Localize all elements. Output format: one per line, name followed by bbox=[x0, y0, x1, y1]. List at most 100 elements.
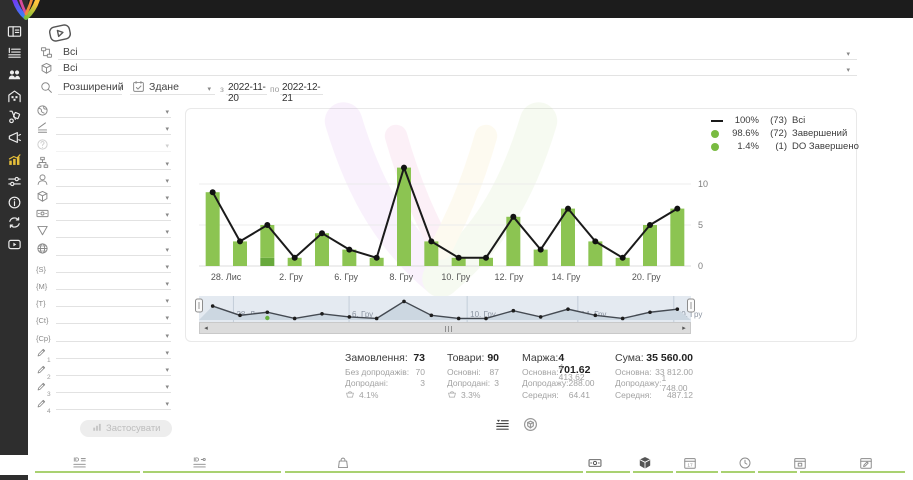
chevron-down-icon: ▾ bbox=[165, 210, 169, 220]
sidebar-item-analytics[interactable] bbox=[7, 152, 22, 167]
sidebar-item-orders-list[interactable] bbox=[7, 45, 22, 60]
chevron-down-icon: ▾ bbox=[165, 107, 169, 117]
chart-panel: 051028. Лис2. Гру6. Гру8. Гру10. Гру12. … bbox=[185, 108, 857, 342]
apply-button[interactable]: Застосувати bbox=[80, 420, 172, 437]
filter-row-funnel: ▾ bbox=[36, 224, 171, 239]
package-icon bbox=[40, 62, 53, 75]
chevron-down-icon: ▾ bbox=[165, 279, 169, 289]
clock-icon[interactable] bbox=[738, 456, 752, 475]
sidebar-item-marketing[interactable] bbox=[7, 130, 22, 145]
stat-title: Товари:90 bbox=[447, 352, 499, 366]
org-tree-icon bbox=[36, 156, 49, 173]
chevron-down-icon: ▾ bbox=[165, 193, 169, 203]
svg-text:6. Гру: 6. Гру bbox=[334, 272, 358, 282]
sidebar-item-sync[interactable] bbox=[7, 215, 22, 230]
stat-subrow: 3.3% bbox=[447, 389, 499, 401]
date-to-input[interactable]: 2022-12-21 bbox=[280, 80, 323, 95]
filter-select[interactable]: ▾ bbox=[56, 259, 171, 273]
legend-count: (72) bbox=[759, 128, 787, 139]
chevron-down-icon: ▾ bbox=[118, 84, 122, 94]
scrollbar-grip[interactable] bbox=[445, 326, 452, 332]
category-select[interactable]: Всі ▾ bbox=[58, 45, 857, 60]
filter-row-brace-ct: {Ct} ▾ bbox=[36, 310, 171, 325]
table-header-cell[interactable] bbox=[285, 471, 583, 473]
legend-marker-icon bbox=[711, 143, 725, 151]
id-lines-icon[interactable]: ID bbox=[73, 456, 87, 475]
question-icon bbox=[36, 138, 49, 155]
filter-select[interactable]: ▾ bbox=[56, 121, 171, 135]
svg-text:20. Гру: 20. Гру bbox=[632, 272, 661, 282]
date-field-select[interactable]: Здане ▾ bbox=[130, 80, 215, 95]
banknote-dark-icon[interactable] bbox=[588, 456, 602, 475]
chevron-down-icon: ▾ bbox=[165, 331, 169, 341]
stat-subrow: Допродажу:1 748.00 bbox=[615, 378, 693, 390]
table-header-cell[interactable] bbox=[800, 471, 905, 473]
chevron-down-icon: ▾ bbox=[165, 141, 169, 151]
calendar-edit-icon[interactable] bbox=[859, 456, 873, 475]
product-select[interactable]: Всі ▾ bbox=[58, 61, 857, 76]
legend-marker-icon bbox=[711, 120, 725, 122]
app-window: Всі ▾ Всі ▾ Розширений ▾ Здане ▾ з 2022-… bbox=[0, 0, 913, 480]
filter-select[interactable]: ▾ bbox=[56, 242, 171, 256]
chevron-down-icon: ▾ bbox=[165, 159, 169, 169]
chevron-down-icon: ▾ bbox=[165, 313, 169, 323]
stat-column: Замовлення:73Без допродажів:70Допродані:… bbox=[345, 352, 425, 401]
stat-column: Сума:35 560.00Основна:33 812.00Допродажу… bbox=[615, 352, 693, 401]
brand-logo[interactable] bbox=[7, 0, 45, 30]
filter-select[interactable]: ▾ bbox=[56, 156, 171, 170]
chart-legend: 100% (73) Всі 98.6% (72) Завершений 1.4%… bbox=[711, 114, 859, 153]
filter-select[interactable]: ▾ bbox=[56, 190, 171, 204]
cube-dark-icon[interactable] bbox=[638, 456, 652, 475]
sidebar-item-clients[interactable] bbox=[7, 67, 22, 82]
chevron-down-icon: ▾ bbox=[165, 296, 169, 306]
banknote-icon bbox=[36, 207, 49, 224]
filter-select[interactable]: ▾ bbox=[56, 310, 171, 324]
filter-select[interactable]: ▾ bbox=[56, 207, 171, 221]
bag-icon[interactable] bbox=[336, 456, 350, 475]
search-mode-select[interactable]: Розширений ▾ bbox=[58, 80, 122, 95]
product-value: Всі bbox=[63, 62, 78, 74]
sidebar-item-settings[interactable] bbox=[7, 174, 22, 189]
person-icon bbox=[36, 173, 49, 190]
stat-title: Замовлення:73 bbox=[345, 352, 425, 366]
table-header-cell[interactable] bbox=[35, 471, 140, 473]
legend-count: (73) bbox=[759, 115, 787, 126]
svg-text:2. Гру: 2. Гру bbox=[279, 272, 303, 282]
mini-chart-icon bbox=[92, 422, 102, 435]
filter-select[interactable]: ▾ bbox=[56, 224, 171, 238]
table-view-icon[interactable] bbox=[495, 417, 510, 437]
product-view-icon[interactable] bbox=[523, 417, 538, 437]
calendar-17-icon[interactable]: 17 bbox=[683, 456, 697, 475]
table-header-cell[interactable] bbox=[758, 471, 797, 473]
basket-icon bbox=[345, 389, 355, 401]
globe-grid-icon bbox=[36, 242, 49, 259]
sidebar-item-video-tutorials[interactable] bbox=[7, 237, 22, 252]
filter-select[interactable]: ▾ bbox=[56, 173, 171, 187]
svg-text:10. Гру: 10. Гру bbox=[441, 272, 470, 282]
id-link-icon[interactable]: ID bbox=[193, 456, 207, 475]
filter-select[interactable]: ▾ bbox=[56, 328, 171, 342]
scroll-right-icon[interactable]: ▸ bbox=[678, 324, 690, 332]
filter-row-brace-m: {M} ▾ bbox=[36, 276, 171, 291]
scroll-left-icon[interactable]: ◂ bbox=[200, 324, 212, 332]
sidebar-item-warehouse[interactable] bbox=[7, 89, 22, 104]
filter-row-question: ▾ bbox=[36, 138, 171, 153]
date-field-value: Здане bbox=[149, 81, 179, 93]
search-icon bbox=[40, 81, 53, 94]
chart-scrollbar[interactable]: ◂ ▸ bbox=[199, 322, 691, 334]
svg-text:17: 17 bbox=[687, 463, 693, 469]
brace-t-icon: {T} bbox=[36, 299, 46, 308]
filter-select[interactable]: ▾ bbox=[56, 104, 171, 118]
chevron-down-icon: ▾ bbox=[846, 49, 850, 59]
filter-select[interactable]: ▾ bbox=[56, 293, 171, 307]
brace-m-icon: {M} bbox=[36, 282, 47, 291]
legend-label: Завершений bbox=[792, 128, 847, 139]
stat-subrow: Без допродажів:70 bbox=[345, 366, 425, 378]
filter-select[interactable]: ▾ bbox=[56, 138, 171, 152]
table-header-cell[interactable] bbox=[143, 471, 281, 473]
sidebar-item-info[interactable] bbox=[7, 195, 22, 210]
sidebar-item-delivery[interactable] bbox=[7, 109, 22, 124]
date-from-input[interactable]: 2022-11-20 bbox=[226, 80, 267, 95]
filter-select[interactable]: ▾ bbox=[56, 276, 171, 290]
stat-column: Товари:90Основні:87Допродані:3 3.3% bbox=[447, 352, 499, 401]
